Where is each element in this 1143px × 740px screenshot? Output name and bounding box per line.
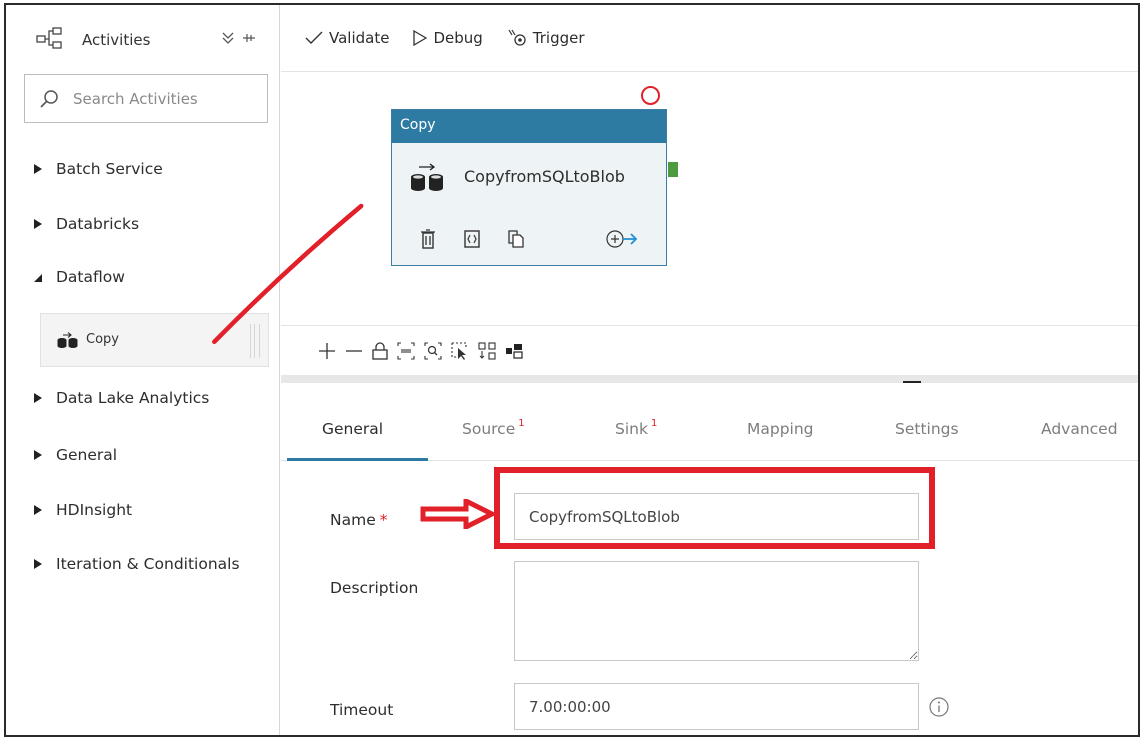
tab-badge: 1 — [650, 418, 658, 429]
trigger-icon — [508, 29, 526, 46]
active-tab-indicator — [287, 458, 428, 461]
zoom-in-icon[interactable] — [317, 341, 337, 361]
node-body: CopyfromSQLtoBlob — [392, 143, 666, 267]
timeout-field[interactable] — [514, 683, 919, 730]
panel-splitter[interactable] — [281, 375, 1138, 383]
tab-label: General — [322, 420, 384, 438]
validate-label: Validate — [329, 29, 390, 47]
sidebar-title: Activities — [82, 31, 151, 49]
tab-badge: 1 — [518, 418, 525, 429]
canvas-toolbar — [281, 325, 1138, 375]
node-type-label: Copy — [392, 110, 666, 143]
select-icon[interactable] — [450, 341, 470, 361]
trigger-button[interactable]: Trigger — [507, 29, 585, 47]
category-label: Databricks — [56, 215, 140, 233]
category-label: HDInsight — [56, 501, 133, 519]
activity-label: Copy — [86, 332, 119, 347]
caret-right-icon — [34, 505, 42, 515]
category-general[interactable]: General — [6, 437, 280, 473]
name-label: Name * — [330, 511, 387, 529]
add-output-icon[interactable] — [604, 228, 640, 250]
copy-data-icon — [411, 163, 443, 191]
activity-copy[interactable]: Copy — [40, 313, 269, 367]
required-mark: * — [379, 511, 388, 529]
pipeline-editor: Validate Debug Trigger Copy CopyfromSQLt… — [281, 5, 1138, 735]
auto-align-icon[interactable] — [477, 341, 497, 361]
category-iteration-conditionals[interactable]: Iteration & Conditionals — [6, 546, 280, 582]
collapse-icon[interactable] — [221, 29, 257, 47]
category-batch-service[interactable]: Batch Service — [6, 151, 280, 187]
search-input[interactable] — [73, 85, 258, 113]
delete-icon[interactable] — [418, 228, 438, 250]
category-data-lake-analytics[interactable]: Data Lake Analytics — [6, 380, 280, 416]
caret-down-icon — [34, 274, 42, 282]
search-icon — [40, 90, 58, 108]
minimap-icon[interactable] — [504, 341, 524, 361]
play-icon — [413, 30, 428, 46]
search-box[interactable] — [24, 74, 268, 123]
zoom-100-icon[interactable] — [396, 341, 416, 361]
caret-right-icon — [34, 393, 42, 403]
category-label: Batch Service — [56, 160, 163, 178]
caret-right-icon — [34, 559, 42, 569]
sidebar-header: Activities — [6, 5, 279, 71]
tab-general[interactable]: General — [322, 420, 383, 438]
zoom-to-fit-icon[interactable] — [423, 341, 443, 361]
tab-label: Settings — [895, 420, 959, 438]
lock-icon[interactable] — [371, 341, 389, 361]
tab-label: Sink — [615, 420, 648, 439]
caret-right-icon — [34, 164, 42, 174]
tab-sink[interactable]: Sink 1 — [615, 418, 658, 439]
splitter-handle[interactable] — [903, 381, 921, 383]
debug-button[interactable]: Debug — [413, 29, 483, 47]
toolbar: Validate Debug Trigger — [281, 5, 1138, 71]
annotation-circle — [641, 86, 660, 105]
tab-advanced[interactable]: Advanced — [1041, 420, 1118, 438]
activities-sidebar: Activities Batch Service Databricks Data… — [6, 5, 280, 735]
copy-activity-icon — [57, 332, 78, 348]
category-label: Data Lake Analytics — [56, 389, 210, 407]
category-dataflow[interactable]: Dataflow — [6, 259, 280, 295]
code-icon[interactable] — [462, 228, 482, 250]
activities-icon — [36, 27, 62, 49]
clone-icon[interactable] — [506, 228, 526, 250]
node-name: CopyfromSQLtoBlob — [464, 167, 625, 186]
timeout-label: Timeout — [330, 701, 394, 719]
tab-settings[interactable]: Settings — [895, 420, 959, 438]
copy-activity-node[interactable]: Copy CopyfromSQLtoBlob — [391, 109, 667, 266]
zoom-out-icon[interactable] — [344, 341, 364, 361]
caret-right-icon — [34, 219, 42, 229]
checkmark-icon — [305, 31, 323, 44]
drag-grip[interactable] — [250, 324, 260, 358]
category-hdinsight[interactable]: HDInsight — [6, 492, 280, 528]
properties-tabs: General Source 1 Sink 1 Mapping Settings A… — [281, 395, 1138, 461]
annotation-highlight-box — [494, 467, 935, 549]
category-databricks[interactable]: Databricks — [6, 206, 280, 242]
annotation-arrow-icon — [420, 499, 496, 529]
tab-label: Mapping — [747, 420, 814, 438]
success-output-port[interactable] — [668, 162, 678, 177]
tab-source[interactable]: Source 1 — [462, 418, 525, 439]
app-frame: Activities Batch Service Databricks Data… — [4, 3, 1140, 737]
tab-mapping[interactable]: Mapping — [747, 420, 814, 438]
pipeline-canvas[interactable]: Copy CopyfromSQLtoBlob — [281, 71, 1138, 325]
caret-right-icon — [34, 450, 42, 460]
description-field[interactable] — [514, 561, 919, 661]
category-label: General — [56, 446, 118, 464]
category-label: Dataflow — [56, 268, 125, 286]
tab-label: Source — [462, 420, 516, 439]
info-icon[interactable] — [928, 696, 950, 718]
description-label: Description — [330, 579, 419, 597]
tab-label: Advanced — [1041, 420, 1118, 438]
name-label-text: Name — [330, 511, 376, 529]
trigger-label: Trigger — [532, 29, 585, 47]
validate-button[interactable]: Validate — [305, 29, 389, 47]
category-label: Iteration & Conditionals — [56, 555, 240, 573]
debug-label: Debug — [433, 29, 483, 47]
